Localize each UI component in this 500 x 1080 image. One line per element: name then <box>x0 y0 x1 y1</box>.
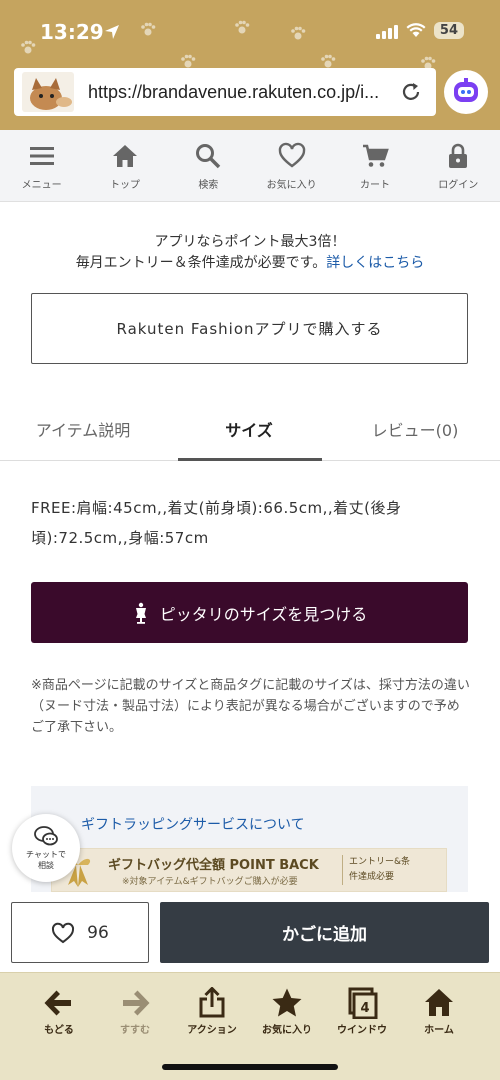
chat-label: チャットで 相談 <box>26 850 66 870</box>
toolbar-label: アクション <box>187 1025 237 1036</box>
menu-icon <box>29 147 54 165</box>
star-icon <box>272 988 302 1017</box>
forward-arrow-icon <box>123 990 150 1016</box>
toolbar-label: もどる <box>44 1025 74 1036</box>
favorite-count: 96 <box>87 922 109 943</box>
nav-item-menu[interactable]: メニュー <box>0 130 83 201</box>
nav-label: メニュー <box>21 180 62 191</box>
status-indicators: 54 <box>375 22 464 39</box>
search-icon <box>196 144 221 169</box>
details-link[interactable]: 詳しくはこちら <box>326 255 424 271</box>
paw-print-icon <box>320 54 336 68</box>
paw-print-icon <box>234 20 250 34</box>
toolbar-back[interactable]: もどる <box>24 987 94 1036</box>
tab-size[interactable]: サイズ <box>166 404 332 461</box>
gift-banner-sub: ※対象アイテム&ギフトバッグご購入が必要 <box>122 877 298 887</box>
paw-print-icon <box>140 22 156 36</box>
home-indicator <box>162 1064 338 1070</box>
cellular-signal-icon <box>375 23 398 39</box>
gift-wrapping-link[interactable]: ギフトラッピングサービスについて <box>81 814 305 834</box>
promo-line-2: 毎月エントリー＆条件達成が必要です。詳しくはこちら <box>75 255 425 271</box>
gift-banner-right: エントリー&条件達成必要 <box>342 855 412 885</box>
lock-icon <box>449 143 468 168</box>
purchase-bar: 96 かごに追加 <box>0 892 500 972</box>
extension-icon[interactable] <box>444 70 488 114</box>
add-to-cart-button[interactable]: かごに追加 <box>160 902 489 963</box>
promo-line-1: アプリならポイント最大3倍！ <box>154 234 346 250</box>
nav-item-search[interactable]: 検索 <box>167 130 250 201</box>
mannequin-icon <box>135 602 146 624</box>
nav-label: お気に入り <box>266 180 317 191</box>
address-bar[interactable]: https://brandavenue.rakuten.co.jp/i... <box>14 68 436 116</box>
nav-label: ログイン <box>438 180 479 191</box>
cart-icon <box>362 144 389 167</box>
heart-icon <box>52 922 75 943</box>
nav-label: カート <box>359 180 390 191</box>
find-fit-label: ピッタリのサイズを見つける <box>159 604 368 624</box>
gift-banner-main: ギフトバッグ代全額 POINT BACK <box>108 858 319 873</box>
toolbar-home[interactable]: ホーム <box>404 987 474 1036</box>
product-tabs: アイテム説明 サイズ レビュー(0) <box>0 404 500 461</box>
home-icon <box>112 145 137 167</box>
nav-label: トップ <box>109 180 140 191</box>
tab-reviews[interactable]: レビュー(0) <box>332 404 498 460</box>
toolbar-label: お気に入り <box>262 1025 312 1036</box>
back-arrow-icon <box>44 990 71 1016</box>
browser-top-chrome: 13:29 54 https://brandavenue.rakuten.co.… <box>0 0 500 130</box>
heart-icon <box>278 142 305 168</box>
gift-bag-banner[interactable]: ギフトバッグ代全額 POINT BACK ※対象アイテム&ギフトバッグご購入が必… <box>51 848 447 892</box>
cat-favicon-icon <box>22 72 74 112</box>
paw-print-icon <box>20 40 36 54</box>
nav-item-favorites[interactable]: お気に入り <box>250 130 333 201</box>
windows-icon: 4 <box>348 987 378 1019</box>
toolbar-windows[interactable]: 4 ウインドウ <box>327 987 397 1036</box>
toolbar-favorites[interactable]: お気に入り <box>252 987 322 1036</box>
toolbar-action[interactable]: アクション <box>177 987 247 1036</box>
site-nav: メニュー トップ 検索 お気に入り カート ログイン <box>0 130 500 202</box>
chat-icon <box>34 826 58 846</box>
toolbar-label: ホーム <box>424 1025 454 1036</box>
buy-in-app-button[interactable]: Rakuten Fashionアプリで購入する <box>31 293 468 364</box>
tab-item-description[interactable]: アイテム説明 <box>0 404 166 460</box>
wifi-icon <box>406 23 426 37</box>
window-count: 4 <box>360 1001 369 1016</box>
chat-consult-button[interactable]: チャットで 相談 <box>12 814 80 882</box>
toolbar-label: ウインドウ <box>337 1025 387 1036</box>
size-note: ※商品ページに記載のサイズと商品タグに記載のサイズは、採寸方法の違い（ヌード寸法… <box>31 678 470 735</box>
share-icon <box>199 987 225 1018</box>
find-fit-button[interactable]: ピッタリのサイズを見つける <box>31 582 468 643</box>
location-arrow-icon <box>105 25 119 39</box>
paw-print-icon <box>180 54 196 68</box>
toolbar-forward[interactable]: すすむ <box>100 987 170 1036</box>
app-promo-text: アプリならポイント最大3倍！ 毎月エントリー＆条件達成が必要です。詳しくはこちら <box>0 232 500 274</box>
battery-indicator: 54 <box>433 22 464 39</box>
paw-print-icon <box>290 26 306 40</box>
gift-wrapping-section: ギフトラッピングサービスについて ギフトバッグ代全額 POINT BACK ※対… <box>31 786 468 896</box>
url-text: https://brandavenue.rakuten.co.jp/i... <box>88 81 380 102</box>
nav-item-cart[interactable]: カート <box>333 130 416 201</box>
toolbar-label: すすむ <box>120 1025 150 1036</box>
favorite-button[interactable]: 96 <box>11 902 149 963</box>
size-details: FREE:肩幅:45cm,,着丈(前身頃):66.5cm,,着丈(後身頃):72… <box>31 499 402 547</box>
home-icon <box>425 989 453 1016</box>
status-time: 13:29 <box>40 20 104 44</box>
nav-item-top[interactable]: トップ <box>83 130 166 201</box>
nav-label: 検索 <box>198 180 219 191</box>
reload-icon[interactable] <box>400 81 422 103</box>
nav-item-login[interactable]: ログイン <box>417 130 500 201</box>
